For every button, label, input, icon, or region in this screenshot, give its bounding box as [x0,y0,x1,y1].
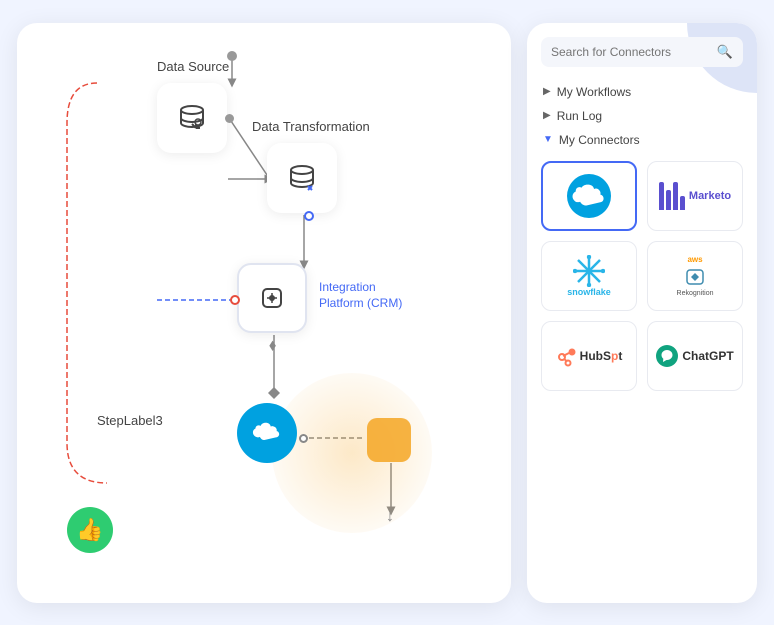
crm-icon [255,281,289,315]
search-icon: 🔍 [717,44,733,60]
connector-card-hubspot[interactable]: HubSpt [541,321,637,391]
down-arrow: ↓ [386,508,394,526]
hubspot-icon [556,345,578,367]
aws-icon [681,266,709,288]
db-source-icon [176,102,208,134]
data-source-label: Data Source [157,59,229,74]
search-bar[interactable]: 🔍 [541,37,743,67]
aws-text: aws [687,255,702,264]
nav-arrow-myconnectors: ▼ [543,134,553,145]
salesforce-logo [567,174,611,218]
diamond-connector: ⬧ [269,337,276,355]
salesforce-bottom-node[interactable] [232,398,302,468]
connector-card-salesforce[interactable] [541,161,637,231]
connector-dot-sf [299,434,308,443]
snowflake-container: snowflake [567,255,611,297]
nav-label-myconnectors: My Connectors [559,133,640,147]
nav-label-workflows: My Workflows [557,85,631,99]
nav-arrow-workflows: ▶ [543,86,551,97]
nav-item-myconnectors[interactable]: ▼ My Connectors [541,129,743,151]
connectors-grid: Marketo [541,161,743,391]
workflow-panel: Data Source Data Transformation [17,23,511,603]
db-transform-icon [286,162,318,194]
connector-card-aws[interactable]: aws Rekognition [647,241,743,311]
connectors-panel: 🔍 ▶ My Workflows ▶ Run Log ▼ My Connecto… [527,23,757,603]
connector-card-chatgpt[interactable]: ChatGPT [647,321,743,391]
blue-dot-1 [304,211,314,221]
aws-logo: aws Rekognition [677,255,714,297]
orange-placeholder-box[interactable] [367,418,411,462]
chatgpt-icon [656,345,678,367]
connector-card-snowflake[interactable]: snowflake [541,241,637,311]
nav-arrow-runlog: ▶ [543,110,551,121]
nav-item-workflows[interactable]: ▶ My Workflows [541,81,743,103]
data-transform-label: Data Transformation [252,119,370,134]
sf-cloud-icon [251,422,283,444]
search-input[interactable] [551,45,711,59]
thumbs-up-button[interactable]: 👍 [67,507,113,553]
nav-item-runlog[interactable]: ▶ Run Log [541,105,743,127]
marketo-text: Marketo [689,190,731,202]
integration-label: IntegrationPlatform (CRM) [319,279,402,313]
chatgpt-text: ChatGPT [682,349,733,363]
connector-dot-1 [225,114,234,123]
db-transform-node[interactable] [267,143,337,213]
red-dot-crm [230,295,240,305]
connectors-inner: 🔍 ▶ My Workflows ▶ Run Log ▼ My Connecto… [527,23,757,405]
marketo-logo [659,182,685,210]
workflow-canvas: Data Source Data Transformation [37,43,491,583]
connector-card-marketo[interactable]: Marketo [647,161,743,231]
snowflake-label: snowflake [567,287,611,297]
aws-rekognition-label: Rekognition [677,290,714,297]
hubspot-text: HubSpt [580,349,623,363]
snowflake-icon [573,255,605,287]
chatgpt-logo: ChatGPT [656,345,733,367]
crm-node[interactable] [237,263,307,333]
hubspot-logo: HubSpt [556,345,623,367]
db-source-node[interactable] [157,83,227,153]
nav-label-runlog: Run Log [557,109,602,123]
step-label-3: StepLabel3 [97,413,163,428]
main-container: Data Source Data Transformation [17,23,757,603]
salesforce-icon-large [237,403,297,463]
